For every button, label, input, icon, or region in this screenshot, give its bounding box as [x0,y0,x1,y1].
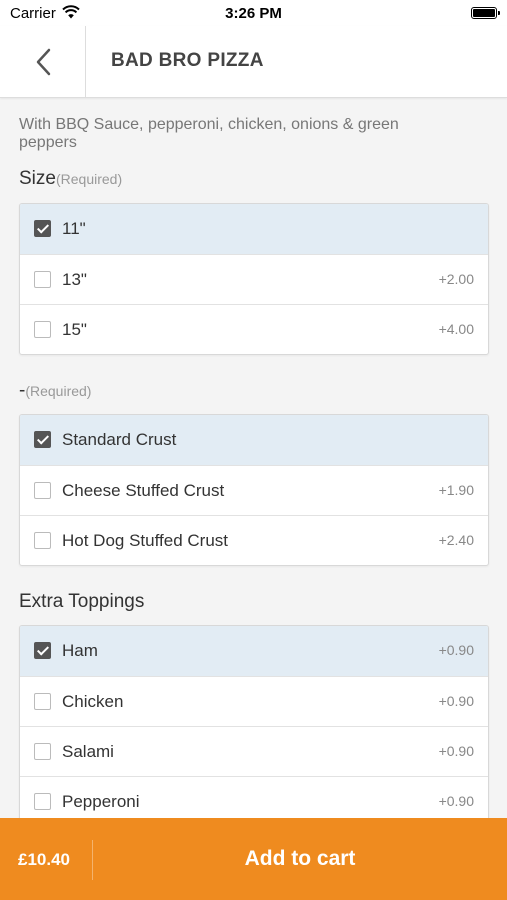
add-to-cart-button[interactable]: Add to cart [93,818,507,900]
option-price: +2.00 [438,271,474,287]
option-row[interactable]: Ham +0.90 [20,626,488,676]
option-label: Salami [62,742,114,761]
total-price: £10.40 [18,850,70,869]
back-button[interactable] [0,26,86,98]
option-row[interactable]: Standard Crust [20,415,488,465]
section-title-extra-toppings: Extra Toppings [19,591,144,613]
option-label: Cheese Stuffed Crust [62,481,225,500]
page-title: BAD BRO PIZZA [111,50,264,71]
size-option-group: 11" 13" +2.00 15" +4.00 [19,203,489,355]
option-label: Hot Dog Stuffed Crust [62,531,228,550]
checkbox[interactable] [34,220,51,237]
checkbox[interactable] [34,642,51,659]
option-row[interactable]: Chicken +0.90 [20,676,488,726]
option-price: +0.90 [438,642,474,658]
checkbox[interactable] [34,431,51,448]
option-price: +2.40 [438,532,474,548]
checkbox[interactable] [34,693,51,710]
option-row[interactable]: Salami +0.90 [20,726,488,776]
option-label: Chicken [62,692,124,711]
option-row[interactable]: Cheese Stuffed Crust +1.90 [20,465,488,515]
battery-icon [471,7,500,19]
nav-bar: BAD BRO PIZZA [0,26,507,98]
checkbox[interactable] [34,271,51,288]
option-row[interactable]: 11" [20,204,488,254]
option-price: +0.90 [438,793,474,809]
toppings-option-group: Ham +0.90 Chicken +0.90 Salami +0.90 Pep… [19,625,489,818]
checkbox[interactable] [34,532,51,549]
checkbox[interactable] [34,321,51,338]
crust-option-group: Standard Crust Cheese Stuffed Crust +1.9… [19,414,489,566]
option-row[interactable]: Hot Dog Stuffed Crust +2.40 [20,515,488,565]
option-label: Pepperoni [62,792,140,811]
required-label: (Required) [55,171,123,187]
cart-footer: £10.40 Add to cart [0,818,507,900]
option-row[interactable]: 13" +2.00 [20,254,488,304]
option-label: 11" [62,219,86,238]
option-label: 15" [62,320,87,339]
option-price: +4.00 [438,321,474,337]
checkbox[interactable] [34,743,51,760]
checkbox[interactable] [34,793,51,810]
option-label: 13" [62,270,87,289]
status-bar: Carrier 3:26 PM [0,0,507,26]
required-label: (Required) [25,383,92,399]
section-title: Extra Toppings [19,591,145,612]
clock: 3:26 PM [225,5,282,22]
option-price: +1.90 [438,482,474,498]
option-price: +0.90 [438,693,474,709]
option-price: +0.90 [438,743,474,759]
option-label: Ham [62,641,98,660]
product-description: With BBQ Sauce, pepperoni, chicken, onio… [19,116,399,151]
option-label: Standard Crust [62,430,177,449]
chevron-left-icon [36,48,50,76]
checkbox[interactable] [34,482,51,499]
section-title: Size [19,168,56,189]
options-scroll-area[interactable]: With BBQ Sauce, pepperoni, chicken, onio… [0,98,507,818]
option-row[interactable]: 15" +4.00 [20,304,488,354]
option-row[interactable]: Pepperoni +0.90 [20,776,488,818]
section-title-size: Size(Required) [19,168,122,190]
section-title-crust: -(Required) [19,380,91,402]
